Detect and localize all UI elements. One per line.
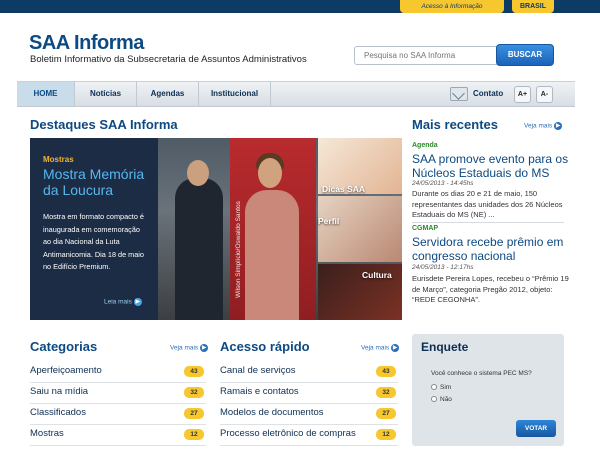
nav-item-institucional[interactable]: Institucional <box>199 82 271 106</box>
list-item-label: Classificados <box>30 407 86 418</box>
categories-see-more[interactable]: Veja mais ▶ <box>170 344 209 352</box>
thumb-label-perfil: Perfil <box>318 216 340 226</box>
poll-option-nao[interactable]: Não <box>431 396 452 403</box>
poll-option-sim[interactable]: Sim <box>431 384 451 391</box>
person-figure <box>245 190 299 320</box>
count-badge: 12 <box>184 429 204 440</box>
list-item[interactable]: Saiu na mídia 32 <box>30 383 206 404</box>
font-increase-button[interactable]: A+ <box>514 86 531 103</box>
count-badge: 32 <box>376 387 396 398</box>
news-body: Durante os dias 20 e 21 de maio, 150 rep… <box>412 189 563 219</box>
radio-button[interactable] <box>431 384 437 391</box>
list-item-label: Aperfeiçoamento <box>30 365 102 376</box>
list-item[interactable]: Mostras 12 <box>30 425 206 446</box>
poll-title: Enquete <box>421 340 469 354</box>
list-item-label: Modelos de documentos <box>220 407 324 418</box>
list-item-label: Saiu na mídia <box>30 386 89 397</box>
list-item[interactable]: Classificados 27 <box>30 404 206 425</box>
read-more-label: Leia mais <box>104 298 132 306</box>
see-more-label: Veja mais <box>361 344 390 352</box>
read-more-link[interactable]: Leia mais ▶ <box>104 298 142 306</box>
count-badge: 27 <box>184 408 204 419</box>
list-item[interactable]: Ramais e contatos 32 <box>220 383 398 404</box>
count-badge: 27 <box>376 408 396 419</box>
font-decrease-button[interactable]: A- <box>536 86 553 103</box>
list-item-label: Canal de serviços <box>220 365 296 376</box>
categories-title: Categorias <box>30 339 98 354</box>
person-head <box>187 160 209 186</box>
person-figure <box>175 178 223 320</box>
thumb-perfil[interactable] <box>318 196 402 262</box>
list-item[interactable]: Canal de serviços 43 <box>220 362 398 383</box>
recent-title: Mais recentes <box>412 117 498 132</box>
list-item-label: Ramais e contatos <box>220 386 299 397</box>
main-nav: HOME Notícias Agendas Institucional Cont… <box>17 81 575 107</box>
site-subtitle: Boletim Informativo da Subsecretaria de … <box>30 54 307 65</box>
featured-headline[interactable]: Mostra Memória da Loucura <box>43 166 155 198</box>
arrow-right-icon: ▶ <box>200 344 209 352</box>
news-date: 24/05/2013 - 14:45hs <box>412 180 474 187</box>
gov-bar <box>0 0 600 13</box>
arrow-right-icon: ▶ <box>554 122 563 130</box>
thumb-label-cultura: Cultura <box>362 270 392 280</box>
nav-item-agendas[interactable]: Agendas <box>137 82 199 106</box>
nav-item-home[interactable]: HOME <box>17 82 75 106</box>
radio-button[interactable] <box>431 396 437 403</box>
search-input[interactable] <box>354 46 504 65</box>
quick-access-title: Acesso rápido <box>220 339 310 354</box>
recent-see-more[interactable]: Veja mais ▶ <box>524 122 563 130</box>
list-item[interactable]: Processo eletrônico de compras 12 <box>220 425 398 446</box>
vote-button[interactable]: VOTAR <box>516 420 556 437</box>
news-kicker[interactable]: Agenda <box>412 142 438 149</box>
news-body: Eurisdete Pereira Lopes, recebeu o “Prêm… <box>412 274 569 304</box>
featured-kicker: Mostras <box>43 155 74 164</box>
nav-item-noticias[interactable]: Notícias <box>75 82 137 106</box>
divider <box>412 222 564 223</box>
envelope-icon[interactable] <box>450 87 468 101</box>
contact-link[interactable]: Contato <box>473 82 503 106</box>
person-head <box>258 158 282 188</box>
see-more-label: Veja mais <box>170 344 199 352</box>
brasil-link[interactable]: BRASIL <box>512 0 554 13</box>
count-badge: 43 <box>376 366 396 377</box>
news-title[interactable]: SAA promove evento para os Núcleos Estad… <box>412 152 582 180</box>
search-button[interactable]: BUSCAR <box>496 44 554 66</box>
list-item-label: Mostras <box>30 428 64 439</box>
site-logo-title[interactable]: SAA Informa <box>29 32 144 55</box>
count-badge: 12 <box>376 429 396 440</box>
count-badge: 43 <box>184 366 204 377</box>
see-more-label: Veja mais <box>524 122 553 130</box>
news-kicker[interactable]: CGMAP <box>412 225 438 232</box>
highlights-title: Destaques SAA Informa <box>30 117 178 132</box>
list-item-label: Processo eletrônico de compras <box>220 428 356 439</box>
featured-description: Mostra em formato compacto é inaugurada … <box>43 212 144 271</box>
arrow-right-icon: ▶ <box>133 298 142 306</box>
list-item[interactable]: Modelos de documentos 27 <box>220 404 398 425</box>
arrow-right-icon: ▶ <box>391 344 400 352</box>
list-item[interactable]: Aperfeiçoamento 43 <box>30 362 206 383</box>
news-date: 24/05/2013 - 12:17hs <box>412 264 474 271</box>
featured-carousel[interactable]: Wilson Simplício/Oswaldo Santos Dicas SA… <box>30 138 402 320</box>
featured-caption-panel: Mostras Mostra Memória da Loucura Mostra… <box>30 138 158 320</box>
count-badge: 32 <box>184 387 204 398</box>
poll-option-label: Sim <box>440 384 452 391</box>
poll-option-label: Não <box>440 396 452 403</box>
poll-question: Você conhece o sistema PEC MS? <box>431 370 532 377</box>
site-header: SAA Informa Boletim Informativo da Subse… <box>17 13 575 81</box>
quick-access-see-more[interactable]: Veja mais ▶ <box>361 344 400 352</box>
thumb-label-dicas: Dicas SAA <box>322 184 365 194</box>
news-title[interactable]: Servidora recebe prêmio em congresso nac… <box>412 235 582 263</box>
access-info-link[interactable]: Acesso à Informação <box>400 0 504 13</box>
poll-box: Enquete Você conhece o sistema PEC MS? S… <box>412 334 564 446</box>
